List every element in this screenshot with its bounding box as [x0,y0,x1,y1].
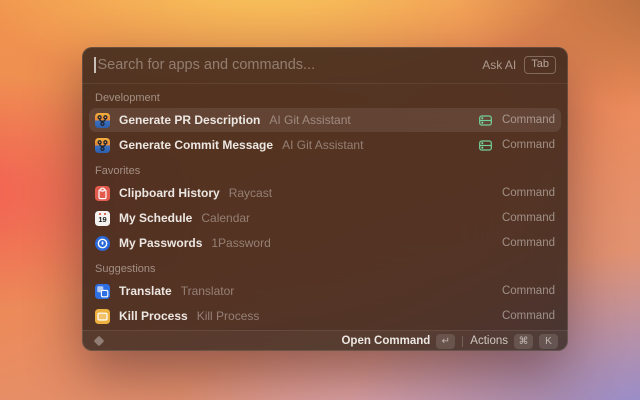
item-type-label: Command [502,212,555,224]
item-subtitle: AI Git Assistant [269,113,350,127]
search-bar: Ask AI Tab [82,47,568,84]
actions-label: Actions [470,335,508,347]
ai-git-assistant-icon [95,113,110,128]
item-type-label: Command [502,187,555,199]
calendar-date: 19 [98,216,106,224]
kill-process-icon [95,309,110,324]
item-subtitle: Kill Process [197,309,260,323]
clipboard-icon [95,186,110,201]
item-title: Generate Commit Message [119,138,273,152]
open-command-button[interactable]: Open Command ↵ [341,334,455,349]
list-item-clipboard-history[interactable]: Clipboard History Raycast Command [89,181,561,205]
item-type-label: Command [502,139,555,151]
item-type-label: Command [502,114,555,126]
search-input[interactable] [96,57,483,73]
section-header-development: Development [95,92,555,104]
text-caret [94,57,96,73]
raycast-window: Ask AI Tab Development Generate PR Descr… [82,47,568,351]
footer-bar: Open Command ↵ Actions ⌘ K [82,330,568,351]
calendar-icon: 19 [95,211,110,226]
open-command-label: Open Command [341,335,430,347]
list-item-kill-process[interactable]: Kill Process Kill Process Command [89,304,561,328]
item-subtitle: Translator [181,284,235,298]
list-item-generate-pr-description[interactable]: Generate PR Description AI Git Assistant… [89,108,561,132]
item-subtitle: Raycast [229,186,272,200]
cmd-key-badge: ⌘ [514,334,533,349]
item-subtitle: AI Git Assistant [282,138,363,152]
section-header-favorites: Favorites [95,165,555,177]
item-title: Translate [119,284,172,298]
item-title: My Passwords [119,236,202,250]
k-key-badge: K [539,334,558,349]
results-list: Development Generate PR Description AI G… [82,84,568,330]
item-subtitle: Calendar [201,211,250,225]
footer-separator [462,336,463,347]
item-title: My Schedule [119,211,192,225]
list-item-generate-commit-message[interactable]: Generate Commit Message AI Git Assistant… [89,133,561,157]
list-item-translate[interactable]: Translate Translator Command [89,279,561,303]
onepassword-icon [95,236,110,251]
ai-extension-icon [478,113,493,128]
tab-key-badge: Tab [524,56,556,74]
item-title: Clipboard History [119,186,220,200]
item-type-label: Command [502,285,555,297]
actions-button[interactable]: Actions ⌘ K [470,334,558,349]
item-subtitle: 1Password [211,236,270,250]
item-title: Generate PR Description [119,113,260,127]
item-type-label: Command [502,310,555,322]
section-header-suggestions: Suggestions [95,263,555,275]
return-key-badge: ↵ [436,334,455,349]
ai-git-assistant-icon [95,138,110,153]
list-item-my-passwords[interactable]: My Passwords 1Password Command [89,231,561,255]
raycast-logo-icon [92,334,106,348]
ask-ai-button[interactable]: Ask AI Tab [482,56,556,74]
ai-extension-icon [478,138,493,153]
translate-icon [95,284,110,299]
list-item-my-schedule[interactable]: 19 My Schedule Calendar Command [89,206,561,230]
item-title: Kill Process [119,309,188,323]
ask-ai-label: Ask AI [482,58,516,72]
item-type-label: Command [502,237,555,249]
